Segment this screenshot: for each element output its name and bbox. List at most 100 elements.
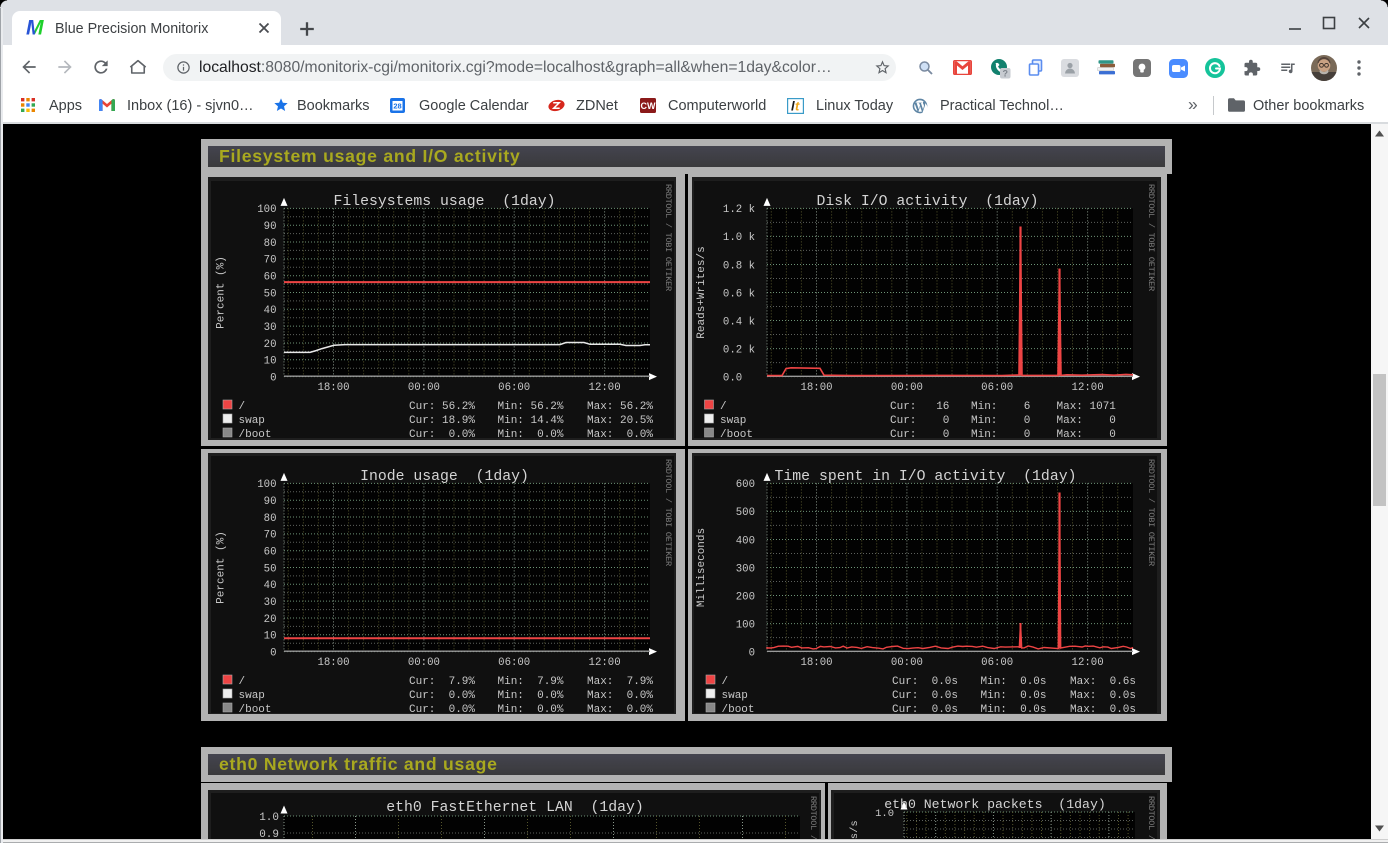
svg-text:eth0 FastEthernet LAN (1day): eth0 FastEthernet LAN (1day) <box>386 800 644 816</box>
svg-text:RRDTOOL / TOBI OETIKER: RRDTOOL / TOBI OETIKER <box>1146 459 1156 566</box>
svg-text:Milliseconds: Milliseconds <box>696 528 708 607</box>
svg-text:Inode usage (1day): Inode usage (1day) <box>360 469 529 485</box>
svg-text:1.0 k: 1.0 k <box>723 232 755 244</box>
svg-text:/boot: /boot <box>239 704 272 713</box>
svg-text:0: 0 <box>257 372 276 384</box>
svg-text:Time spent in I/O activity (1: Time spent in I/O activity (1day) <box>775 469 1077 485</box>
svg-text:Max: 0.6s: Max: 0.6s <box>1070 676 1136 688</box>
svg-text:Cur: 7.9%: Cur: 7.9% <box>409 676 475 688</box>
svg-text:Disk I/O activity (1day): Disk I/O activity (1day) <box>817 194 1039 210</box>
svg-text:10: 10 <box>257 356 276 368</box>
svg-text:1.2 k: 1.2 k <box>723 204 755 216</box>
svg-text:RRDTOOL / TOBI OETIKER: RRDTOOL / TOBI OETIKER <box>808 796 818 843</box>
svg-text:Min: 0.0%: Min: 0.0% <box>498 690 564 702</box>
svg-text:RRDTOOL / TOBI OETIKER: RRDTOOL / TOBI OETIKER <box>663 459 673 566</box>
svg-text:12:00: 12:00 <box>1072 382 1104 394</box>
svg-text:Max: 0.0s: Max: 0.0s <box>1070 690 1136 702</box>
svg-text:400: 400 <box>736 535 755 547</box>
svg-text:00:00: 00:00 <box>408 382 440 394</box>
svg-text:Max: 7.9%: Max: 7.9% <box>587 676 653 688</box>
svg-text:RRDTOOL / TOBI OETIKER: RRDTOOL / TOBI OETIKER <box>1146 184 1156 291</box>
svg-text:Max: 0.0%: Max: 0.0% <box>587 429 653 438</box>
svg-text:Max: 1071: Max: 1071 <box>1057 401 1117 413</box>
svg-text:18:00: 18:00 <box>800 382 832 394</box>
svg-text:50: 50 <box>257 563 276 575</box>
svg-text:Percent (%): Percent (%) <box>216 531 228 604</box>
svg-text:/boot: /boot <box>722 704 755 713</box>
svg-text:0.4 k: 0.4 k <box>723 316 755 328</box>
svg-text:Max: 0: Max: 0 <box>1057 429 1116 438</box>
svg-text:60: 60 <box>257 547 276 559</box>
svg-text:/: / <box>239 676 246 688</box>
svg-text:Cur: 0.0s: Cur: 0.0s <box>892 690 958 702</box>
svg-text:RRDTOOL / TOBI OETIKER: RRDTOOL / TOBI OETIKER <box>1146 796 1156 843</box>
svg-text:70: 70 <box>257 255 276 267</box>
svg-text:60: 60 <box>257 272 276 284</box>
svg-text:Min: 6: Min: 6 <box>971 401 1030 413</box>
svg-text:20: 20 <box>257 614 276 626</box>
svg-text:70: 70 <box>257 530 276 542</box>
svg-text:/: / <box>722 676 729 688</box>
svg-text:00:00: 00:00 <box>408 657 440 669</box>
svg-text:30: 30 <box>257 597 276 609</box>
svg-text:100: 100 <box>257 479 276 491</box>
svg-text:Min: 0.0s: Min: 0.0s <box>981 690 1047 702</box>
svg-text:30: 30 <box>257 322 276 334</box>
svg-text:Cur: 0.0%: Cur: 0.0% <box>409 690 475 702</box>
svg-text:300: 300 <box>736 563 755 575</box>
svg-text:06:00: 06:00 <box>498 382 530 394</box>
svg-text:06:00: 06:00 <box>981 657 1013 669</box>
svg-text:90: 90 <box>257 221 276 233</box>
svg-text:Cur: 18.9%: Cur: 18.9% <box>409 415 475 427</box>
svg-text:06:00: 06:00 <box>498 657 530 669</box>
svg-text:Reads+Writes/s: Reads+Writes/s <box>696 246 708 338</box>
svg-text:18:00: 18:00 <box>800 657 832 669</box>
svg-text:10: 10 <box>257 631 276 643</box>
svg-text:Min: 0.0%: Min: 0.0% <box>498 429 564 438</box>
svg-text:t: t <box>795 99 800 114</box>
svg-text:/boot: /boot <box>720 429 753 438</box>
svg-text:Cur: 0.0s: Cur: 0.0s <box>892 704 958 713</box>
svg-text:M: M <box>26 18 44 38</box>
svg-text:50: 50 <box>257 288 276 300</box>
svg-text:Min: 0.0%: Min: 0.0% <box>498 704 564 713</box>
svg-text:12:00: 12:00 <box>589 382 621 394</box>
svg-text:18:00: 18:00 <box>317 382 349 394</box>
svg-text:Cur: 56.2%: Cur: 56.2% <box>409 401 475 413</box>
svg-text:100: 100 <box>736 619 755 631</box>
svg-text:90: 90 <box>257 496 276 508</box>
svg-text:Cur: 0.0%: Cur: 0.0% <box>409 429 475 438</box>
svg-text:0: 0 <box>257 647 276 659</box>
svg-text:swap: swap <box>239 690 265 702</box>
svg-text:12:00: 12:00 <box>589 657 621 669</box>
svg-text:600: 600 <box>736 479 755 491</box>
svg-text:Min: 7.9%: Min: 7.9% <box>498 676 564 688</box>
svg-text:Min: 0: Min: 0 <box>971 415 1030 427</box>
svg-text:40: 40 <box>257 580 276 592</box>
svg-text:Cur: 0: Cur: 0 <box>890 429 949 438</box>
svg-text:20: 20 <box>257 339 276 351</box>
svg-text:Max: 0.0%: Max: 0.0% <box>587 704 653 713</box>
svg-text:Max: 20.5%: Max: 20.5% <box>587 415 653 427</box>
svg-text:12:00: 12:00 <box>1072 657 1104 669</box>
svg-text:500: 500 <box>736 507 755 519</box>
svg-text:Percent (%): Percent (%) <box>216 256 228 329</box>
svg-text:80: 80 <box>257 513 276 525</box>
svg-text:Min: 0.0s: Min: 0.0s <box>981 676 1047 688</box>
svg-text:18:00: 18:00 <box>317 657 349 669</box>
svg-text:/: / <box>239 401 246 413</box>
svg-text:Min: 56.2%: Min: 56.2% <box>498 401 564 413</box>
svg-text:Cur: 0.0s: Cur: 0.0s <box>892 676 958 688</box>
svg-text:100: 100 <box>257 204 276 216</box>
svg-text:Min: 0.0s: Min: 0.0s <box>981 704 1047 713</box>
svg-text:28: 28 <box>393 102 401 111</box>
svg-text:Cur: 0: Cur: 0 <box>890 415 949 427</box>
svg-text:Max: 0: Max: 0 <box>1057 415 1116 427</box>
svg-text:eth0 Network packets (1day): eth0 Network packets (1day) <box>884 797 1106 812</box>
svg-text:40: 40 <box>257 305 276 317</box>
svg-text:00:00: 00:00 <box>891 657 923 669</box>
svg-text:1.0: 1.0 <box>259 812 279 824</box>
svg-text:0.8 k: 0.8 k <box>723 260 755 272</box>
svg-text:00:00: 00:00 <box>891 382 923 394</box>
svg-text:/boot: /boot <box>239 429 272 438</box>
